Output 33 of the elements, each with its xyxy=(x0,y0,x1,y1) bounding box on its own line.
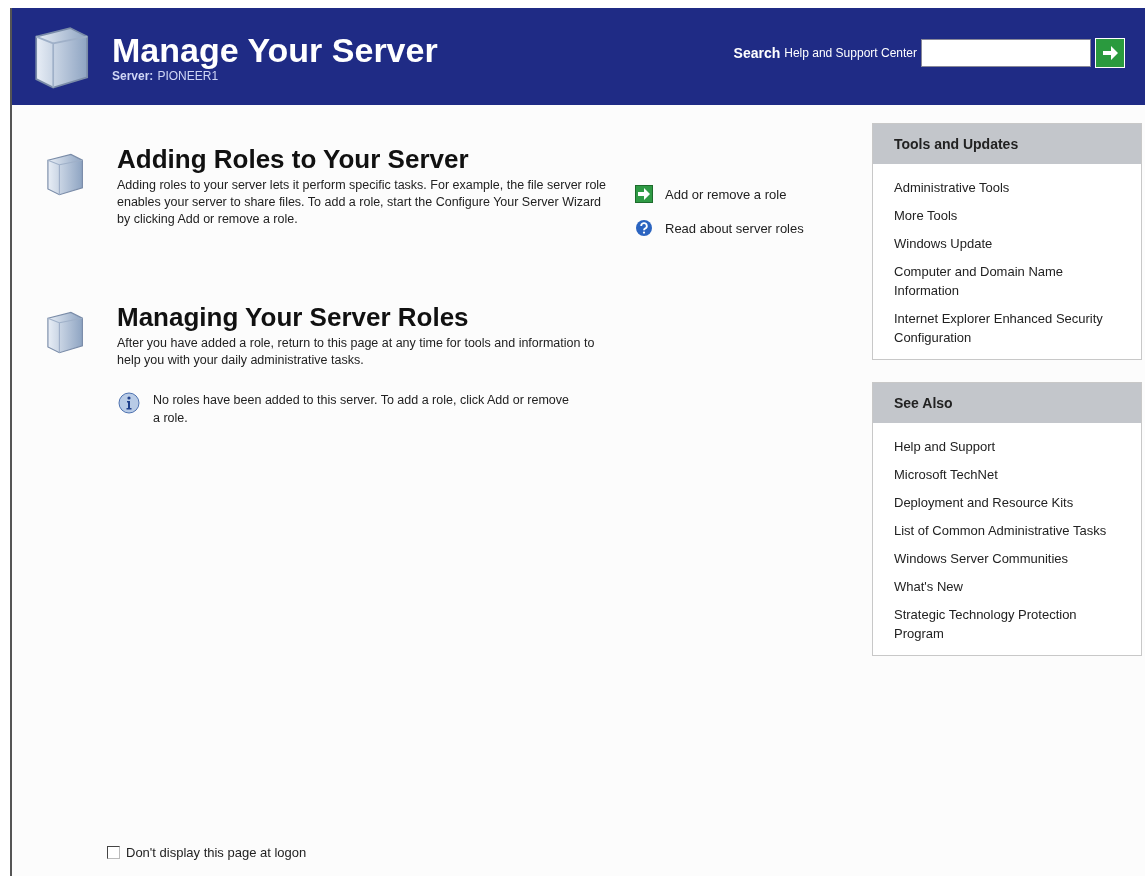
task-link[interactable]: Add or remove a role xyxy=(635,185,872,203)
panel-header: Tools and Updates xyxy=(873,124,1141,164)
help-icon xyxy=(635,219,653,237)
panel-link[interactable]: Strategic Technology Protection Program xyxy=(894,605,1119,643)
section-text: After you have added a role, return to this page at any time for tools and information to help you with your daily administrative tasks. xyxy=(117,335,596,369)
section-title: Managing Your Server Roles xyxy=(117,301,470,333)
panel-link[interactable]: Deployment and Resource Kits xyxy=(894,493,1119,512)
task-link[interactable]: Read about server roles xyxy=(635,219,872,237)
page-title: Manage Your Server xyxy=(112,30,439,69)
panel-link[interactable]: More Tools xyxy=(894,206,1119,225)
panel-header: See Also xyxy=(873,383,1141,423)
info-icon xyxy=(117,391,141,415)
go-button[interactable] xyxy=(1095,37,1125,68)
search-field[interactable] xyxy=(921,38,1091,67)
arrow-icon xyxy=(635,185,653,203)
panel-link[interactable]: Help and Support xyxy=(894,437,1119,456)
section-text: Adding roles to your server lets it perform specific tasks. For example, the file server role enables your server to share files. To add a role, start the Configure Your Server Wizard by clicking Add or remove a role. xyxy=(117,177,607,228)
panel-link[interactable]: Microsoft TechNet xyxy=(894,465,1119,484)
search-label: Search xyxy=(733,44,781,61)
panel-link[interactable]: What's New xyxy=(894,577,1119,596)
section-title: Adding Roles to Your Server xyxy=(117,143,470,175)
panel-link[interactable]: Administrative Tools xyxy=(894,178,1119,197)
checkbox[interactable] xyxy=(107,846,120,859)
info-note: No roles have been added to this server. To add a role, click Add or remove a role. xyxy=(153,392,570,427)
server-label: Server: xyxy=(112,68,154,83)
search-hint: Help and Support Center xyxy=(784,45,917,60)
checkbox-label: Don't display this page at logon xyxy=(126,845,307,860)
panel-link[interactable]: Windows Update xyxy=(894,234,1119,253)
server-name: PIONEER1 xyxy=(157,68,219,83)
panel-link[interactable]: Windows Server Communities xyxy=(894,549,1119,568)
panel-link[interactable]: Computer and Domain Name Information xyxy=(894,262,1119,300)
panel-link[interactable]: Internet Explorer Enhanced Security Configuration xyxy=(894,309,1119,347)
panel-link[interactable]: List of Common Administrative Tasks xyxy=(894,521,1119,540)
